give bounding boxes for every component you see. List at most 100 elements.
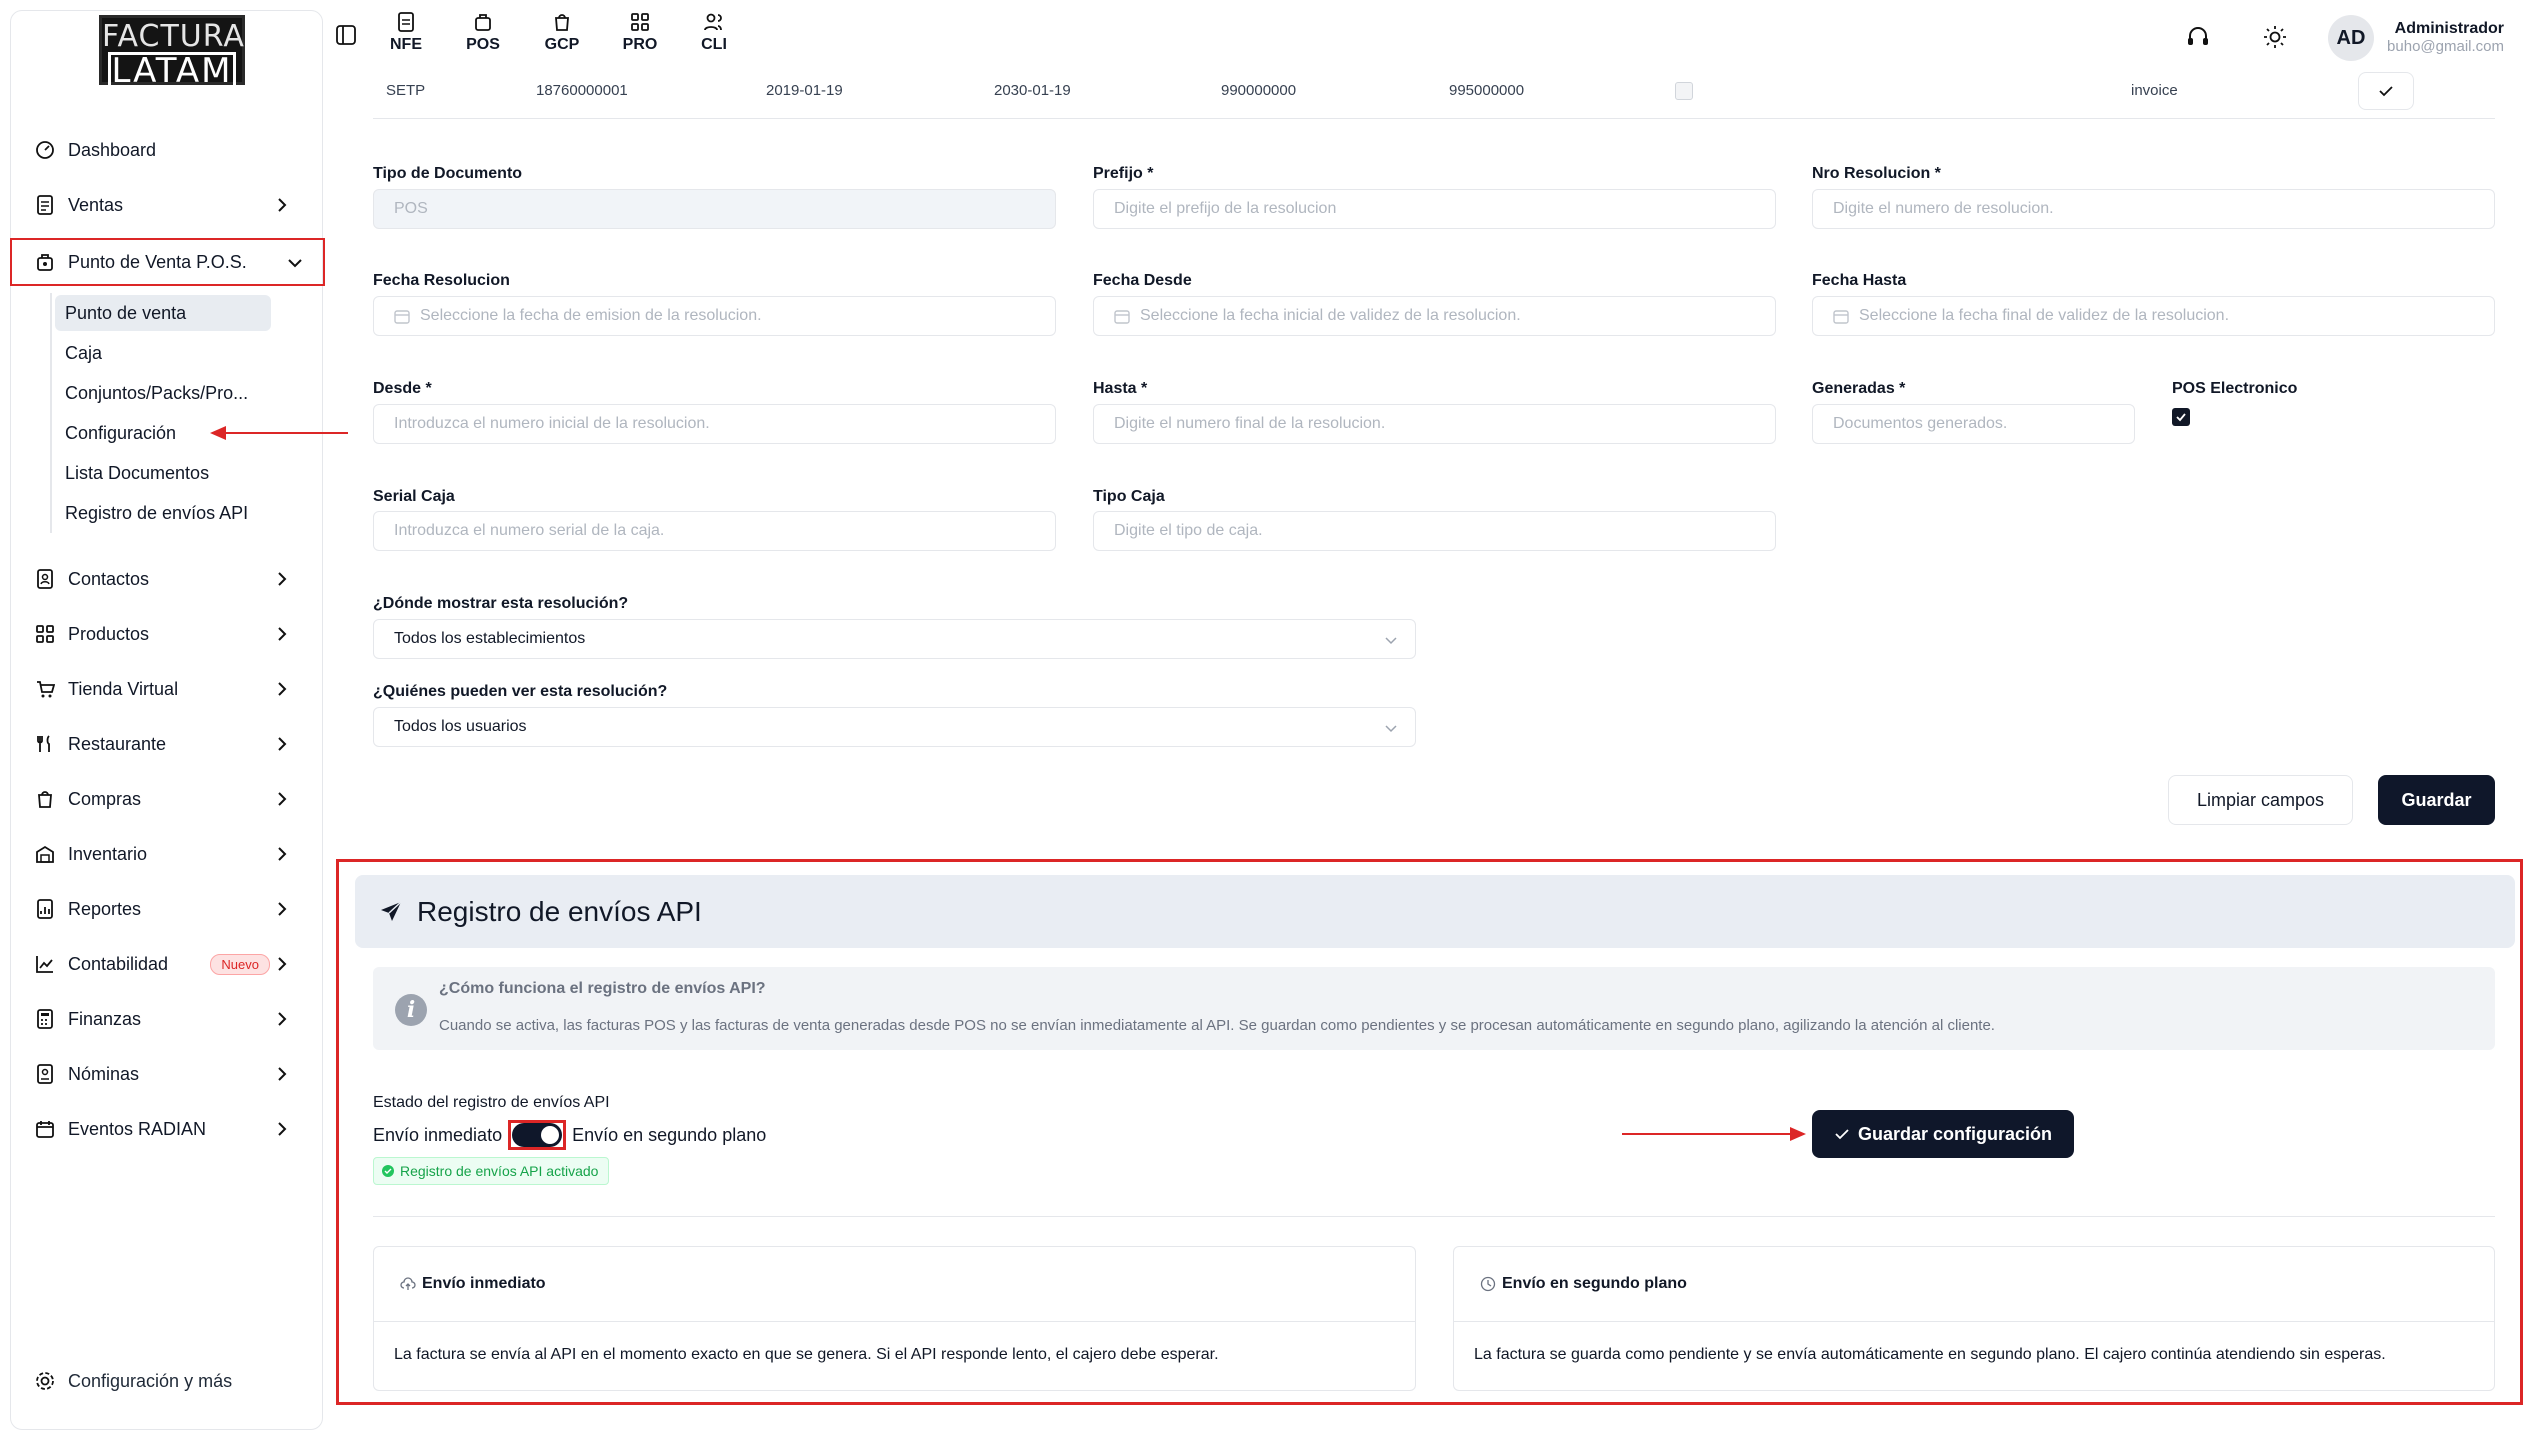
toggle-knob [541,1126,560,1144]
send-icon [381,900,402,921]
generadas-input[interactable]: Documentos generados. [1812,404,2135,444]
chevron-right-icon [278,572,287,586]
subitem-punto-de-venta[interactable]: Punto de venta [55,295,271,331]
contacts-icon [34,568,56,590]
status-badge: Registro de envíos API activado [373,1157,610,1185]
logo-text-top: FACTURA [102,19,245,54]
toggle-left-label: Envío inmediato [373,1124,503,1145]
check-icon [1835,1129,1849,1140]
quienes-select[interactable]: Todos los usuarios [373,707,1416,747]
donde-select[interactable]: Todos los establecimientos [373,619,1416,659]
subitem-registro-envios-api[interactable]: Registro de envíos API [55,495,258,531]
sidebar-toggle-icon[interactable] [335,24,357,46]
fecha-desde-label: Fecha Desde [1093,272,1192,289]
fecha-hasta-label: Fecha Hasta [1812,272,1907,289]
sidebar-item-tienda-virtual[interactable]: Tienda Virtual [20,668,310,710]
user-email: buho@gmail.com [2387,38,2504,55]
sidebar-item-pos[interactable]: Punto de Venta P.O.S. [10,238,325,286]
card-background-description: La factura se guarda como pendiente y se… [1474,1346,2386,1363]
sidebar-item-dashboard[interactable]: Dashboard [20,129,310,171]
sidebar-item-compras[interactable]: Compras [20,778,310,820]
sidebar-item-contactos[interactable]: Contactos [20,558,310,600]
sidebar-settings[interactable]: Configuración y más [20,1370,232,1392]
subitem-caja[interactable]: Caja [55,335,112,371]
pos-icon [475,14,491,31]
api-section-title: Registro de envíos API [417,895,702,927]
brand-logo[interactable]: FACTURA LATAM [99,15,245,90]
sidebar-item-label: Punto de Venta P.O.S. [68,251,247,272]
nro-resolucion-placeholder: Digite el numero de resolucion. [1833,200,2054,217]
tipo-caja-input[interactable]: Digite el tipo de caja. [1093,511,1776,551]
tab-cli[interactable]: CLI [684,12,744,54]
gear-icon [34,1370,56,1392]
api-mode-toggle[interactable] [512,1123,563,1147]
submenu-guide-line [50,293,52,533]
subitem-conjuntos[interactable]: Conjuntos/Packs/Pro... [55,375,258,411]
api-toggle-row: Envío inmediato Envío en segundo plano [373,1120,766,1150]
serial-caja-label: Serial Caja [373,488,455,505]
sidebar-item-label: Dashboard [68,139,157,160]
tab-label: NFE [390,36,422,53]
subitem-configuracion[interactable]: Configuración [55,415,186,451]
chevron-right-icon [278,737,287,751]
card-background-header: Envío en segundo plano [1454,1247,2494,1322]
subitem-lista-documentos[interactable]: Lista Documentos [55,455,219,491]
chevron-right-icon [278,1122,287,1136]
sidebar-item-eventos-radian[interactable]: Eventos RADIAN [20,1108,310,1150]
card-immediate-title: Envío inmediato [422,1275,546,1292]
desde-input[interactable]: Introduzca el numero inicial de la resol… [373,404,1056,444]
sidebar-item-contabilidad[interactable]: Contabilidad Nuevo [20,943,310,985]
sidebar-item-ventas[interactable]: Ventas [20,184,310,226]
sidebar-item-productos[interactable]: Productos [20,613,310,655]
pos-icon [34,251,56,273]
hasta-input[interactable]: Digite el numero final de la resolucion. [1093,404,1776,444]
section-divider [373,1216,2495,1217]
sidebar-item-finanzas[interactable]: Finanzas [20,998,310,1040]
toggle-highlight [508,1120,567,1150]
sidebar-item-inventario[interactable]: Inventario [20,833,310,875]
grid-icon [34,623,56,645]
save-configuration-button[interactable]: Guardar configuración [1812,1110,2074,1158]
serial-caja-input[interactable]: Introduzca el numero serial de la caja. [373,511,1056,551]
save-configuration-label: Guardar configuración [1857,1123,2053,1144]
tab-pro[interactable]: PRO [610,12,670,54]
tab-nfe[interactable]: NFE [376,12,436,54]
row-to: 995000000 [1449,82,1525,99]
sidebar-item-nominas[interactable]: Nóminas [20,1053,310,1095]
sidebar-item-label: Inventario [68,843,148,864]
sidebar-item-label: Reportes [68,898,142,919]
api-info-description: Cuando se activa, las facturas POS y las… [439,1017,1995,1034]
prefijo-input[interactable]: Digite el prefijo de la resolucion [1093,189,1776,229]
headset-icon[interactable] [2185,24,2211,50]
sidebar-item-label: Productos [68,623,150,644]
sidebar-item-restaurante[interactable]: Restaurante [20,723,310,765]
clear-fields-button[interactable]: Limpiar campos [2168,775,2353,825]
sidebar-item-label: Contactos [68,568,150,589]
prefijo-placeholder: Digite el prefijo de la resolucion [1114,200,1337,217]
tab-gcp[interactable]: GCP [532,12,592,54]
tipo-caja-placeholder: Digite el tipo de caja. [1114,522,1263,539]
card-background-title: Envío en segundo plano [1502,1275,1687,1292]
row-checkbox [1675,82,1693,100]
calendar-icon [34,1118,56,1140]
logo-text-bottom: LATAM [108,52,236,90]
sun-icon[interactable] [2262,24,2288,50]
nro-resolucion-input[interactable]: Digite el numero de resolucion. [1812,189,2495,229]
avatar[interactable]: AD [2328,15,2374,61]
document-icon [398,12,414,32]
save-button[interactable]: Guardar [2378,775,2495,825]
serial-caja-placeholder: Introduzca el numero serial de la caja. [394,522,665,539]
tab-pos[interactable]: POS [453,12,513,54]
users-icon [704,13,722,31]
chevron-right-icon [278,792,287,806]
row-date-to: 2030-01-19 [994,82,1071,99]
grid-icon [631,13,649,31]
fecha-resolucion-input[interactable]: Seleccione la fecha de emision de la res… [373,296,1056,336]
sidebar-settings-label: Configuración y más [68,1370,233,1391]
pos-electronico-checkbox[interactable] [2172,408,2190,426]
sidebar-item-reportes[interactable]: Reportes [20,888,310,930]
fecha-hasta-input[interactable]: Seleccione la fecha final de validez de … [1812,296,2495,336]
fecha-desde-input[interactable]: Seleccione la fecha inicial de validez d… [1093,296,1776,336]
quienes-value: Todos los usuarios [394,718,527,735]
row-select-button[interactable] [2358,72,2414,110]
